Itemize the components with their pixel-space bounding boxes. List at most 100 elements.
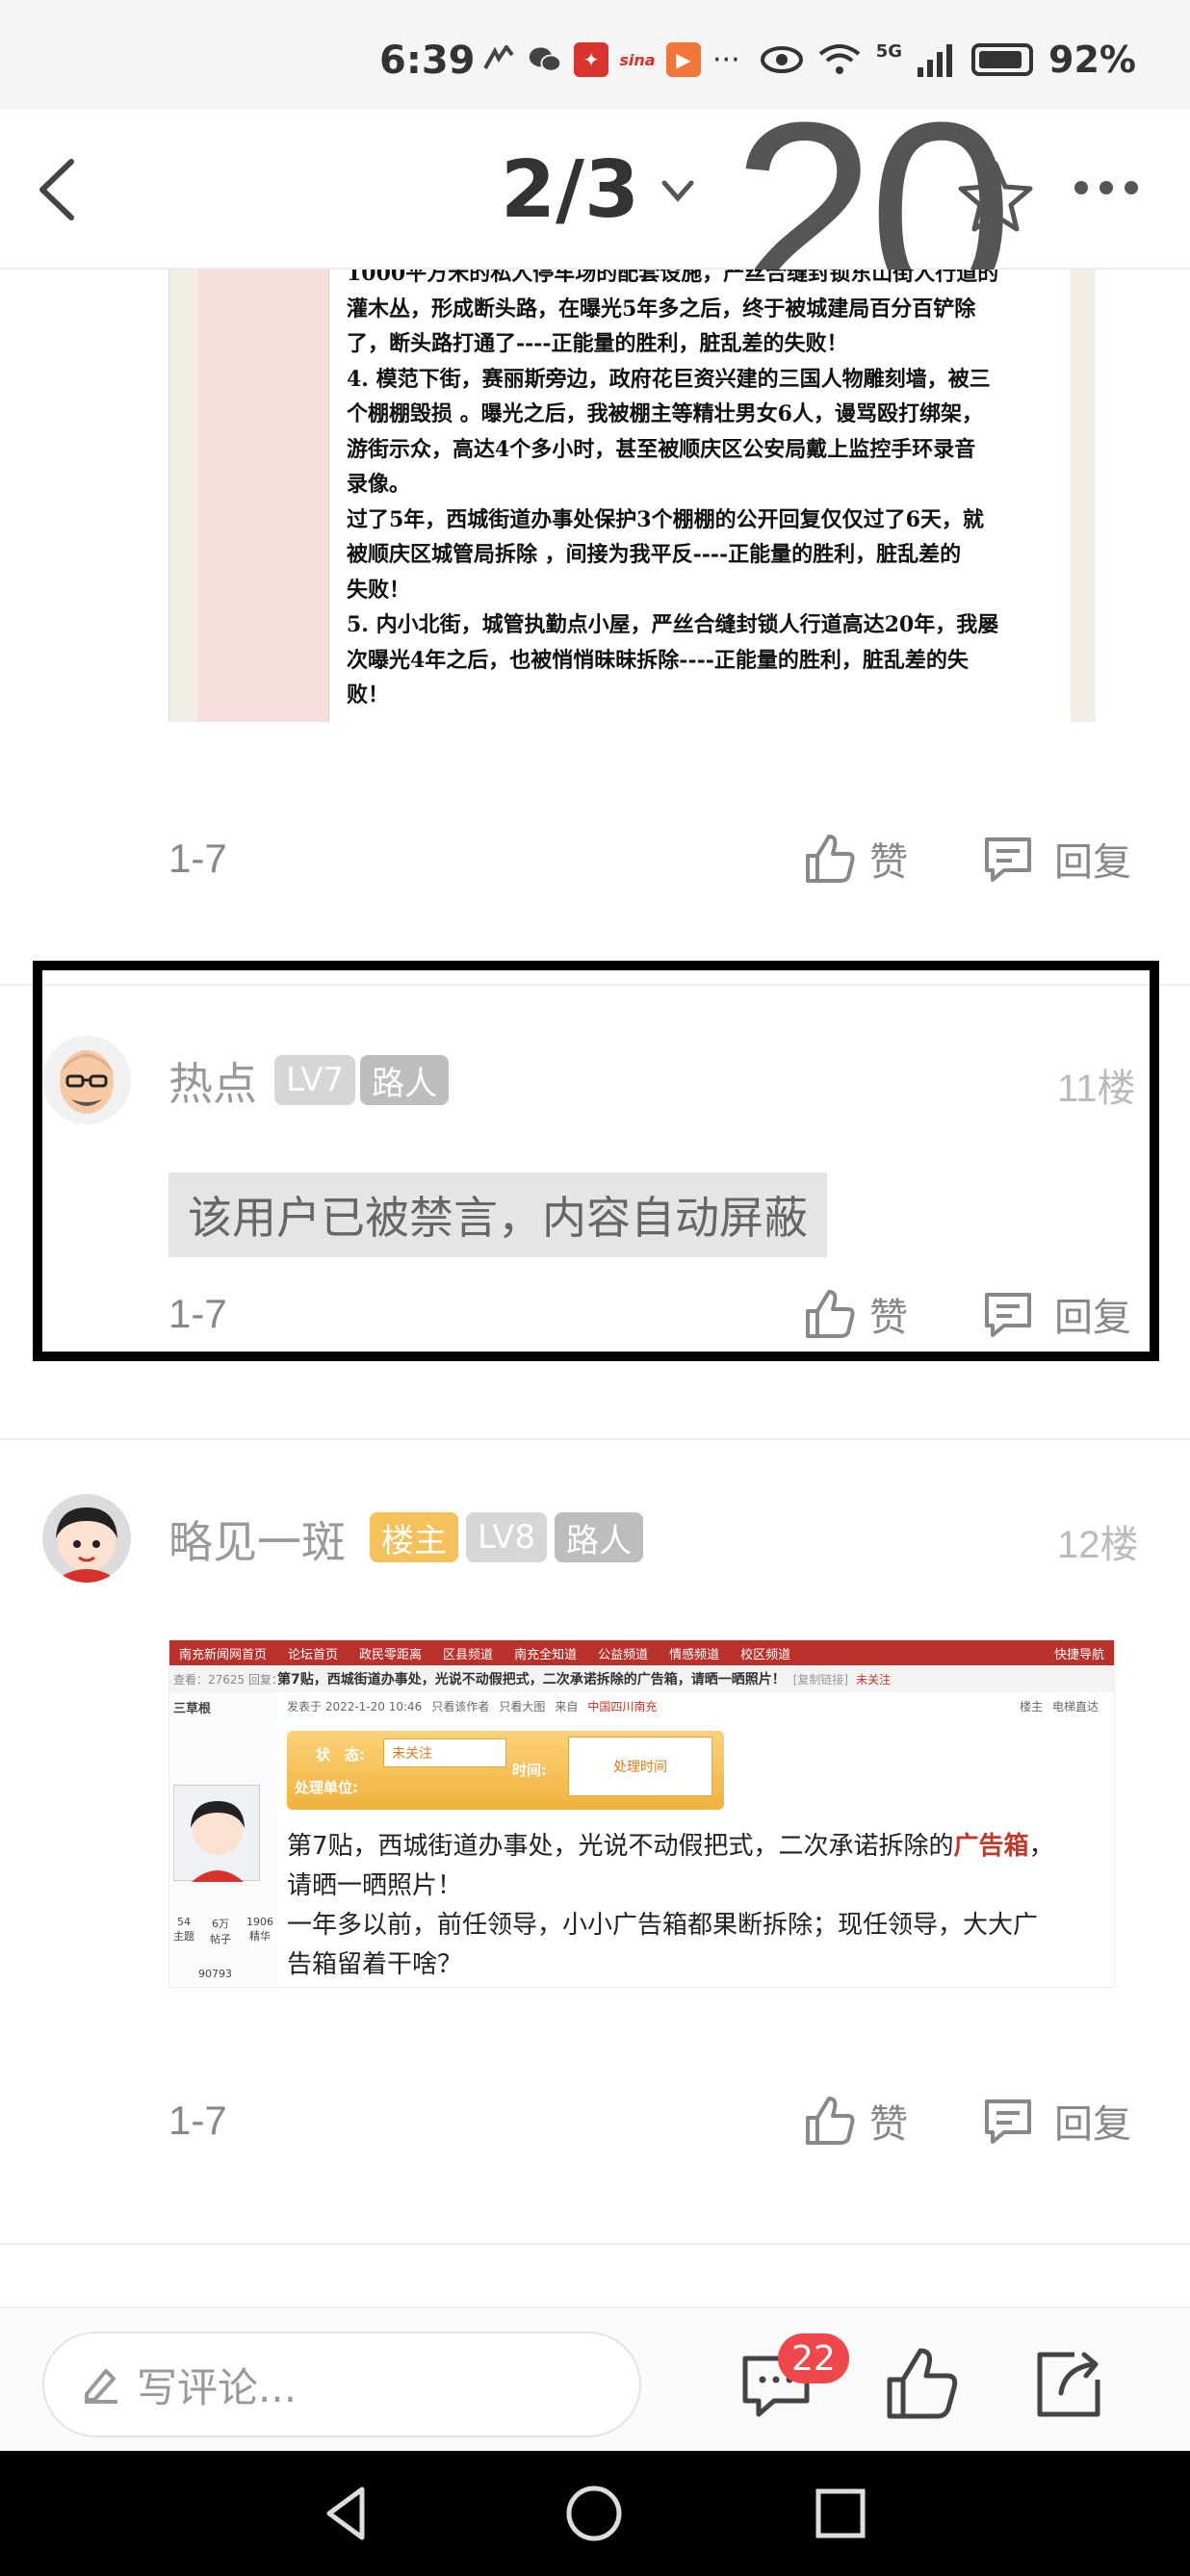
doc-line: 败！ — [347, 683, 390, 708]
username[interactable]: 热点 — [168, 1049, 257, 1113]
forum-post-main: 发表于 2022-1-20 10:46 只看该作者 只看大图 来自 中国四川南充… — [287, 1692, 1114, 1987]
nav-home-icon[interactable] — [560, 2480, 628, 2547]
meta-source: 中国四川南充 — [587, 1699, 658, 1713]
like-button[interactable]: 赞 — [804, 2093, 908, 2149]
system-nav-bar — [0, 2451, 1190, 2576]
like-button[interactable]: 赞 — [804, 1286, 908, 1342]
thumb-up-icon — [806, 1290, 855, 1338]
forum-text-line: 一年多以前，前任领导，小小广告箱都果断拆除；现任领导，大大广 — [287, 1911, 1039, 1940]
back-icon[interactable] — [29, 156, 87, 223]
reply-label: 回复 — [1054, 1296, 1131, 1340]
nav-recents-icon[interactable] — [807, 2480, 874, 2547]
post-image-forum[interactable]: 南充新闻网首页 论坛首页 政民零距离 区县频道 南充全知道 公益频道 情感频道 … — [168, 1639, 1115, 1988]
wechat-icon — [528, 42, 562, 77]
forum-side-label: 三草根 — [173, 1702, 212, 1716]
forum-tag-copy: [复制链接] — [792, 1672, 849, 1687]
doc-line: 5. 内小北街，城管执勤点小屋，严丝合缝封锁人行道高达20年，我屡 — [347, 612, 999, 637]
like-label: 赞 — [869, 840, 908, 885]
like-label: 赞 — [869, 2102, 908, 2147]
forum-nav-item: 南充全知道 — [514, 1647, 578, 1662]
meta-posted: 发表于 2022-1-20 10:46 — [287, 1699, 423, 1713]
stat-label: 主题 — [173, 1930, 194, 1943]
forum-post-text: 第7贴，西城街道办事处，光说不动假把式，二次承诺拆除的广告箱， 请晒一晒照片！ … — [287, 1827, 1114, 1985]
post-actions: 1-7 赞 回复 — [168, 825, 1151, 892]
nav-back-icon[interactable] — [314, 2480, 381, 2547]
forum-status-box: 状 态: 未关注 处理单位: 时间: 处理时间 — [287, 1731, 724, 1810]
role-badge: 路人 — [555, 1512, 643, 1562]
comment-input[interactable]: 写评论... — [42, 2331, 641, 2437]
doc-line: 被顺庆区城管局拆除 ，间接为我平反----正能量的胜利，脏乱差的 — [347, 542, 962, 567]
text-highlight: 广告箱 — [953, 1832, 1029, 1861]
forum-nav-item: 区县频道 — [443, 1647, 494, 1662]
unit-label: 处理单位: — [295, 1779, 358, 1796]
forum-quick-nav: 快捷导航 — [1053, 1647, 1104, 1662]
stat-label: 精华 — [249, 1930, 271, 1943]
comment-actions: 1-7 赞 回复 — [168, 1280, 1151, 1348]
comment-placeholder: 写评论... — [137, 2363, 298, 2411]
app-red-icon: ✦ — [574, 42, 608, 77]
video-app-icon: ▶ — [666, 42, 701, 77]
reply-button[interactable]: 回复 — [981, 2093, 1131, 2149]
muted-content: 该用户已被禁言，内容自动屏蔽 — [168, 1172, 827, 1257]
floor-number: 12楼 — [1057, 1524, 1139, 1566]
meta-big: 只看大图 — [499, 1699, 546, 1713]
status-notification-icons: ✦ sina ▶ ··· — [481, 42, 740, 77]
forum-nav-item: 校区频道 — [740, 1647, 791, 1662]
more-icon[interactable] — [1074, 181, 1138, 194]
pen-icon — [85, 2369, 117, 2404]
thumb-up-icon[interactable] — [884, 2345, 961, 2422]
forum-tag-unfollow: 未关注 — [856, 1672, 892, 1687]
forum-nav-item: 情感频道 — [669, 1647, 720, 1662]
meta-author-only: 只看该作者 — [431, 1699, 490, 1713]
stat-num: 6万 — [212, 1918, 229, 1930]
reply-button[interactable]: 回复 — [981, 831, 1131, 887]
doc-margin — [198, 270, 329, 722]
app-notification-icon — [481, 42, 516, 77]
doc-line: 灌木丛，形成断头路，在曝光5年多之后，终于被城建局百分百铲除 — [347, 296, 976, 322]
reply-icon — [985, 1293, 1031, 1337]
forum-user-panel: 三草根 54 主题 6万 帖子 1906 精华 90793 — [169, 1692, 277, 1987]
like-button[interactable]: 赞 — [804, 831, 908, 887]
star-icon[interactable] — [957, 158, 1034, 235]
avatar[interactable] — [42, 1494, 131, 1583]
stat-label: 帖子 — [210, 1933, 231, 1945]
doc-line: 个棚棚毁损 。曝光之后，我被棚主等精壮男女6人，谩骂殴打绑架， — [347, 401, 983, 426]
username[interactable]: 略见一斑 — [168, 1507, 346, 1571]
forum-text-line: 请晒一晒照片！ — [287, 1871, 463, 1900]
page-ref: 1-7 — [168, 1291, 227, 1336]
forum-views: 查看：27625 — [173, 1672, 246, 1687]
bottom-action-bar: 写评论... 22 — [0, 2306, 1190, 2451]
doc-line: 游街示众，高达4个多小时，甚至被顺庆区公安局戴上监控手环录音 — [347, 436, 976, 462]
forum-stats: 查看：27625 回复：8 — [169, 1671, 291, 1687]
level-badge: LV7 — [274, 1055, 356, 1105]
share-icon[interactable] — [1030, 2345, 1107, 2422]
stat-num: 1906 — [246, 1916, 273, 1928]
reply-button[interactable]: 回复 — [981, 1286, 1131, 1342]
page-ref: 1-7 — [168, 2098, 227, 2143]
comment-count-badge: 22 — [778, 2333, 849, 2383]
status-bar: 6:39 ✦ sina ▶ ··· 5G 92% — [0, 0, 1190, 110]
doc-line: 1000平方米的私人停车场的配套设施，严丝合缝封锁东山街人行道的 — [347, 270, 999, 286]
reply-icon — [985, 2099, 1031, 2144]
forum-user-avatar — [173, 1785, 260, 1882]
page-selector[interactable]: 2/3 — [501, 144, 697, 236]
post-image-document[interactable]: 1000平方米的私人停车场的配套设施，严丝合缝封锁东山街人行道的 灌木丛，形成断… — [168, 270, 1096, 722]
forum-stat: 1906 精华 — [246, 1916, 273, 1946]
forum-nav-item: 论坛首页 — [288, 1647, 339, 1662]
meta-jump: 电梯直达 — [1051, 1699, 1099, 1713]
chevron-down-icon — [661, 180, 694, 202]
avatar[interactable] — [42, 1036, 131, 1124]
forum-nav-item: 南充新闻网首页 — [179, 1647, 268, 1662]
doc-line: 过了5年，西城街道办事处保护3个棚棚的公开回复仅仅过了6天，就 — [347, 506, 984, 532]
forum-stat: 54 主题 — [173, 1916, 194, 1946]
forum-user-stats: 54 主题 6万帖子 1906 精华 — [173, 1916, 273, 1946]
floor-number: 11楼 — [1057, 1068, 1136, 1110]
doc-line: 了，断头路打通了----正能量的胜利，脏乱差的失败！ — [347, 331, 848, 356]
doc-line: 录像。 — [347, 472, 411, 497]
status-value: 未关注 — [383, 1739, 506, 1767]
doc-line: 4. 模范下街，赛丽斯旁边，政府花巨资兴建的三国人物雕刻墙，被三 — [347, 366, 991, 392]
reply-icon — [985, 837, 1031, 882]
reply-label: 回复 — [1054, 2102, 1131, 2147]
meta-floor: 楼主 — [1019, 1699, 1043, 1713]
like-label: 赞 — [869, 1296, 908, 1340]
